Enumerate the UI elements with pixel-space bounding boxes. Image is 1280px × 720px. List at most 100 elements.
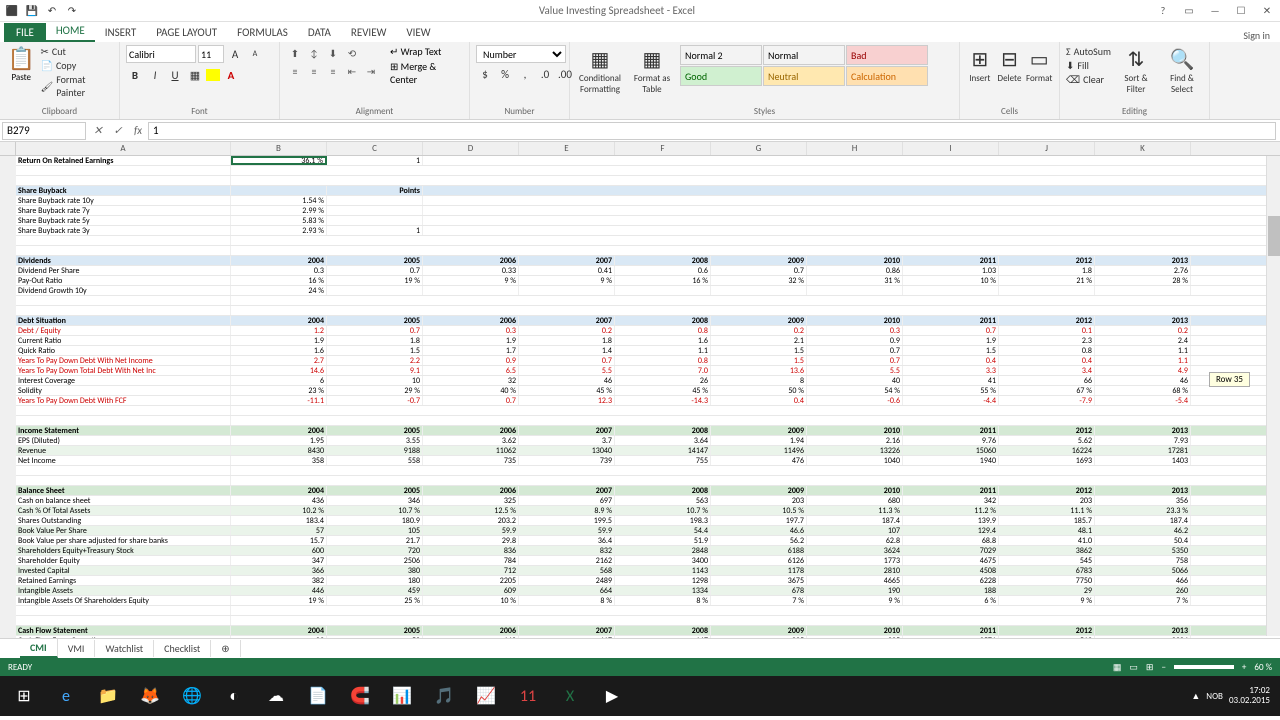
lang-indicator[interactable]: NOB xyxy=(1206,691,1223,702)
col-header[interactable]: E xyxy=(519,142,615,155)
app-icon[interactable]: 📄 xyxy=(298,680,338,712)
firefox-icon[interactable]: 🦊 xyxy=(130,680,170,712)
grow-font-icon[interactable]: A xyxy=(226,45,244,63)
formulas-tab[interactable]: FORMULAS xyxy=(227,23,298,42)
conditional-formatting-button[interactable]: ▦Conditional Formatting xyxy=(576,45,624,95)
ribbon-opts-icon[interactable]: ▭ xyxy=(1180,4,1198,18)
minimize-icon[interactable]: — xyxy=(1206,4,1224,18)
align-center-icon[interactable]: ≡ xyxy=(305,63,323,79)
italic-button[interactable]: I xyxy=(146,66,164,84)
file-tab[interactable]: FILE xyxy=(4,23,46,42)
inc-decimal-icon[interactable]: .0 xyxy=(536,65,554,83)
redo-icon[interactable]: ↷ xyxy=(64,3,80,19)
font-name-input[interactable] xyxy=(126,45,196,63)
col-header[interactable]: K xyxy=(1095,142,1191,155)
copy-button[interactable]: 📄Copy xyxy=(40,59,113,72)
sheet-tab-vmi[interactable]: VMI xyxy=(58,640,96,657)
col-header[interactable]: I xyxy=(903,142,999,155)
spreadsheet-grid[interactable]: Return On Retained Earnings36.1 %1Share … xyxy=(16,156,1280,638)
maximize-icon[interactable]: ☐ xyxy=(1232,4,1250,18)
number-format-select[interactable]: Number xyxy=(476,45,566,63)
view-layout-icon[interactable]: ▭ xyxy=(1129,662,1138,673)
enter-formula-icon[interactable]: ✓ xyxy=(108,124,128,137)
delete-button[interactable]: ⊟Delete xyxy=(996,45,1024,84)
cancel-formula-icon[interactable]: ✕ xyxy=(88,124,108,137)
col-header[interactable]: B xyxy=(231,142,327,155)
cell-styles-gallery[interactable]: Normal 2 Normal Bad Good Neutral Calcula… xyxy=(680,45,928,86)
shrink-font-icon[interactable]: A xyxy=(246,45,264,63)
review-tab[interactable]: REVIEW xyxy=(341,23,397,42)
paste-button[interactable]: 📋 Paste xyxy=(6,45,36,83)
zoom-level[interactable]: 60 % xyxy=(1254,662,1272,673)
col-header[interactable]: J xyxy=(999,142,1095,155)
app-icon[interactable]: 🧲 xyxy=(340,680,380,712)
tray-icon[interactable]: ▲ xyxy=(1191,691,1200,702)
font-size-input[interactable] xyxy=(198,45,224,63)
fx-icon[interactable]: fx xyxy=(128,124,148,137)
app-icon[interactable]: ◐ xyxy=(214,680,254,712)
app-icon[interactable]: 🎵 xyxy=(424,680,464,712)
save-icon[interactable]: 💾 xyxy=(24,3,40,19)
col-header[interactable]: C xyxy=(327,142,423,155)
font-color-button[interactable]: A xyxy=(222,66,240,84)
fill-button[interactable]: ⬇ Fill xyxy=(1066,59,1111,72)
percent-icon[interactable]: % xyxy=(496,65,514,83)
autosum-button[interactable]: Σ AutoSum xyxy=(1066,45,1111,58)
align-top-icon[interactable]: ⬆ xyxy=(286,45,304,61)
app-icon[interactable]: ▶ xyxy=(592,680,632,712)
app-icon[interactable]: 📈 xyxy=(466,680,506,712)
view-normal-icon[interactable]: ▦ xyxy=(1113,662,1122,673)
insert-tab[interactable]: INSERT xyxy=(95,23,147,42)
ie-icon[interactable]: e xyxy=(46,680,86,712)
sort-filter-button[interactable]: ⇅Sort & Filter xyxy=(1115,45,1157,95)
vertical-scrollbar[interactable] xyxy=(1266,156,1280,636)
zoom-in-icon[interactable]: + xyxy=(1242,662,1246,673)
underline-button[interactable]: U xyxy=(166,66,184,84)
find-select-button[interactable]: 🔍Find & Select xyxy=(1161,45,1203,95)
merge-center-button[interactable]: ⊞ Merge & Center xyxy=(390,60,463,86)
data-tab[interactable]: DATA xyxy=(298,23,341,42)
align-right-icon[interactable]: ≡ xyxy=(324,63,342,79)
bold-button[interactable]: B xyxy=(126,66,144,84)
border-button[interactable]: ▦ xyxy=(186,66,204,84)
col-header[interactable]: D xyxy=(423,142,519,155)
formula-bar[interactable]: 1 xyxy=(148,122,1276,140)
add-sheet-button[interactable]: ⊕ xyxy=(211,640,240,657)
excel-taskbar-icon[interactable]: X xyxy=(550,680,590,712)
align-left-icon[interactable]: ≡ xyxy=(286,63,304,79)
orientation-icon[interactable]: ⟲ xyxy=(343,45,361,61)
col-header[interactable]: G xyxy=(711,142,807,155)
currency-icon[interactable]: $ xyxy=(476,65,494,83)
zoom-out-icon[interactable]: − xyxy=(1161,662,1165,673)
pagelayout-tab[interactable]: PAGE LAYOUT xyxy=(146,23,227,42)
signin-link[interactable]: Sign in xyxy=(1243,29,1270,42)
insert-button[interactable]: ⊞Insert xyxy=(966,45,994,84)
sheet-tab-checklist[interactable]: Checklist xyxy=(154,640,211,657)
col-header[interactable]: A xyxy=(16,142,231,155)
format-as-table-button[interactable]: ▦Format as Table xyxy=(628,45,676,95)
sheet-tab-cmi[interactable]: CMI xyxy=(20,639,58,658)
zoom-slider[interactable] xyxy=(1174,665,1234,669)
view-pagebreak-icon[interactable]: ⊞ xyxy=(1146,662,1154,673)
name-box[interactable]: B279 xyxy=(2,122,86,140)
indent-dec-icon[interactable]: ⇤ xyxy=(343,63,361,79)
align-bot-icon[interactable]: ⬇ xyxy=(324,45,342,61)
format-painter-button[interactable]: 🖌Format Painter xyxy=(40,73,113,99)
app-icon[interactable]: 📊 xyxy=(382,680,422,712)
help-icon[interactable]: ? xyxy=(1154,4,1172,18)
close-icon[interactable]: ✕ xyxy=(1258,4,1276,18)
app-icon[interactable]: 11 xyxy=(508,680,548,712)
clear-button[interactable]: ⌫ Clear xyxy=(1066,73,1111,86)
view-tab[interactable]: VIEW xyxy=(396,23,440,42)
app-icon[interactable]: ☁ xyxy=(256,680,296,712)
fill-color-button[interactable] xyxy=(206,69,220,81)
clock[interactable]: 17:0203.02.2015 xyxy=(1229,686,1270,706)
start-button[interactable]: ⊞ xyxy=(4,680,44,712)
cut-button[interactable]: ✂Cut xyxy=(40,45,113,58)
comma-icon[interactable]: , xyxy=(516,65,534,83)
col-header[interactable]: F xyxy=(615,142,711,155)
sheet-tab-watchlist[interactable]: Watchlist xyxy=(95,640,154,657)
wrap-text-button[interactable]: ↵ Wrap Text xyxy=(390,45,463,58)
home-tab[interactable]: HOME xyxy=(46,21,95,42)
undo-icon[interactable]: ↶ xyxy=(44,3,60,19)
